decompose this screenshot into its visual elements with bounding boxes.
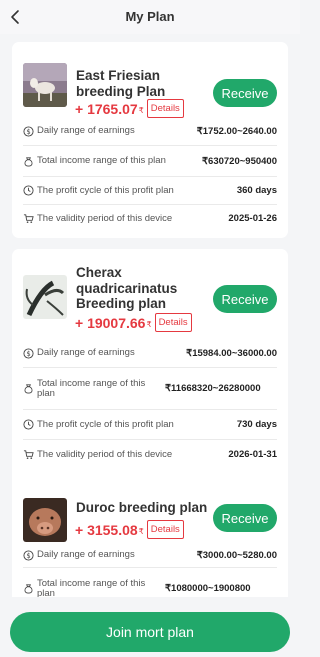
top-bar: My Plan (0, 0, 300, 34)
currency-symbol: ₹ (138, 106, 144, 115)
receive-button[interactable]: Receive (213, 504, 277, 532)
row-value: 2025-01-26 (228, 213, 277, 224)
currency-symbol: ₹ (138, 527, 144, 536)
info-row-daily-earnings: $ Daily range of earnings ₹15984.00~3600… (23, 339, 277, 367)
info-row-total-income: Total income range of this plan ₹630720~… (23, 145, 277, 176)
plan-name: Duroc breeding plan (76, 500, 208, 515)
cart-icon (23, 214, 34, 223)
plan-price: + 19007.66 (75, 314, 146, 331)
row-value: ₹15984.00~36000.00 (186, 347, 277, 359)
plan-price-row: + 1765.07 ₹ Details (75, 99, 184, 118)
row-label: The profit cycle of this profit plan (37, 418, 174, 430)
clock-icon (23, 419, 34, 430)
details-button[interactable]: Details (146, 99, 184, 118)
pig-thumbnail (23, 498, 67, 542)
plan-price-row: + 3155.08 ₹ Details (75, 520, 184, 539)
info-row-validity: The validity period of this device 2026-… (23, 439, 277, 469)
row-label: The profit cycle of this profit plan (37, 184, 174, 196)
receive-button[interactable]: Receive (213, 285, 277, 313)
dollar-circle-icon: $ (23, 125, 34, 137)
row-value: ₹11668320~26280000 (165, 383, 261, 394)
info-row-validity: The validity period of this device 2025-… (23, 204, 277, 232)
row-label: Daily range of earnings (37, 549, 135, 560)
plan-card-header: Cherax quadricarinatus Breeding plan + 1… (23, 249, 277, 339)
plan-card-header: Duroc breeding plan + 3155.08 ₹ Details … (23, 482, 277, 543)
info-row-profit-cycle: The profit cycle of this profit plan 360… (23, 176, 277, 204)
row-label: Total income range of this plan (37, 377, 146, 399)
row-value: ₹630720~950400 (202, 155, 277, 167)
details-button[interactable]: Details (154, 313, 192, 332)
row-label: The validity period of this device (37, 212, 173, 224)
info-row-daily-earnings: $ Daily range of earnings ₹3000.00~5280.… (23, 543, 277, 567)
row-value: ₹1080000~1900800 (165, 583, 251, 594)
page-title: My Plan (125, 9, 175, 24)
join-more-plan-button[interactable]: Join mort plan (10, 612, 290, 652)
plan-name: East Friesian breeding Plan (76, 68, 166, 99)
money-bag-icon (24, 384, 33, 394)
crayfish-thumbnail (23, 275, 67, 319)
dollar-circle-icon: $ (23, 549, 34, 561)
receive-button[interactable]: Receive (213, 79, 277, 107)
plan-card: Cherax quadricarinatus Breeding plan + 1… (12, 249, 288, 507)
plan-price: + 3155.08 (75, 521, 138, 538)
plan-card-header: East Friesian breeding Plan + 1765.07 ₹ … (23, 42, 277, 118)
dollar-circle-icon: $ (23, 347, 34, 359)
plan-name: Cherax quadricarinatus Breeding plan (76, 265, 178, 311)
money-bag-icon (24, 584, 33, 594)
svg-text:$: $ (26, 551, 30, 559)
plan-price: + 1765.07 (75, 100, 138, 117)
info-row-daily-earnings: $ Daily range of earnings ₹1752.00~2640.… (23, 117, 277, 145)
row-value: 730 days (236, 419, 277, 430)
row-label: Daily range of earnings (37, 125, 135, 136)
plan-card: East Friesian breeding Plan + 1765.07 ₹ … (12, 42, 288, 238)
svg-text:$: $ (26, 349, 30, 357)
row-value: 2026-01-31 (228, 449, 277, 460)
svg-text:$: $ (26, 127, 30, 135)
row-value: ₹1752.00~2640.00 (196, 125, 277, 137)
bottom-bar: Join mort plan (0, 597, 300, 657)
money-bag-icon (24, 156, 33, 166)
row-value: ₹3000.00~5280.00 (196, 549, 277, 561)
row-label: Total income range of this plan (37, 577, 146, 599)
plan-price-row: + 19007.66 ₹ Details (75, 313, 192, 332)
row-label: Total income range of this plan (37, 155, 166, 166)
goat-thumbnail (23, 63, 67, 107)
row-label: Daily range of earnings (37, 347, 135, 358)
info-row-profit-cycle: The profit cycle of this profit plan 730… (23, 409, 277, 439)
clock-icon (23, 185, 34, 196)
info-row-total-income: Total income range of this plan ₹1166832… (23, 367, 277, 409)
details-button[interactable]: Details (146, 520, 184, 539)
cart-icon (23, 450, 34, 459)
row-label: The validity period of this device (37, 448, 173, 460)
currency-symbol: ₹ (146, 320, 152, 329)
row-value: 360 days (236, 185, 277, 196)
